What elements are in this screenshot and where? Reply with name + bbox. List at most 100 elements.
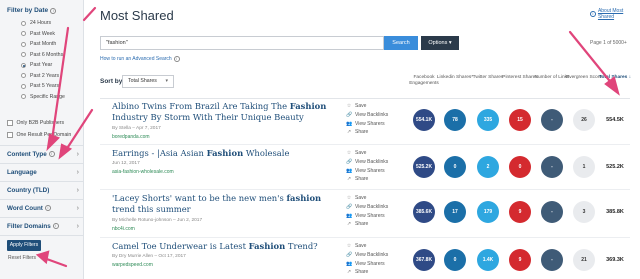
action-label: Save	[355, 150, 367, 157]
search-input[interactable]: "fashion"	[100, 36, 384, 50]
title-text: Earrings - |Asia Asian	[112, 148, 207, 158]
title-text: trend this summer	[112, 204, 191, 214]
date-option[interactable]: 24 Hours	[21, 18, 65, 29]
chevron-right-icon: ›	[76, 222, 79, 230]
action-2[interactable]: 👥 View Sharers	[346, 259, 388, 268]
action-label: Share	[355, 221, 369, 228]
action-icon: 🔗	[346, 204, 353, 211]
date-option[interactable]: Past Week	[21, 29, 65, 40]
action-1[interactable]: 🔗 View Backlinks	[346, 111, 388, 120]
action-icon: 🔗	[346, 112, 353, 119]
divider	[0, 145, 84, 146]
action-label: View Backlinks	[355, 112, 389, 119]
action-label: View Sharers	[355, 167, 385, 174]
column-header-total-shares[interactable]: Total Shares ↓	[598, 75, 632, 81]
links-count-badge: -	[541, 109, 563, 131]
radio-button[interactable]	[21, 31, 26, 37]
action-1[interactable]: 🔗 View Backlinks	[346, 203, 388, 212]
facebook-count-badge: 367.8K	[413, 249, 435, 271]
reset-filters-link[interactable]: Reset Filters	[8, 255, 36, 261]
radio-button[interactable]	[21, 62, 26, 68]
checkbox-box[interactable]	[7, 132, 13, 138]
title-text: Wholesale	[243, 148, 290, 158]
links-count-badge: -	[541, 156, 563, 178]
pinterest-count-badge: 9	[509, 249, 531, 271]
advanced-search-link[interactable]: How to run an Advanced Search i	[100, 56, 180, 62]
radio-button[interactable]	[21, 73, 26, 79]
article-domain-link[interactable]: nbc4i.com	[112, 226, 135, 232]
action-0[interactable]: ☆ Save	[346, 149, 388, 158]
section-language[interactable]: Language ›	[7, 167, 79, 177]
action-2[interactable]: 👥 View Sharers	[346, 211, 388, 220]
date-option-label: 24 Hours	[30, 20, 52, 27]
action-2[interactable]: 👥 View Sharers	[346, 119, 388, 128]
date-option[interactable]: Past Year	[21, 60, 65, 71]
b2b-publishers-label: Only B2B Publishers	[16, 120, 65, 126]
search-button[interactable]: Search	[384, 36, 418, 50]
article-domain-link[interactable]: warpedspeed.com	[112, 262, 153, 268]
action-0[interactable]: ☆ Save	[346, 242, 388, 251]
info-icon[interactable]: i	[48, 151, 55, 157]
action-1[interactable]: 🔗 View Backlinks	[346, 251, 388, 260]
info-icon[interactable]: i	[50, 7, 57, 14]
date-option-label: Past Week	[30, 30, 55, 37]
action-icon: ↗	[346, 129, 352, 136]
one-result-per-domain-checkbox[interactable]: One Result Per Domain	[7, 132, 71, 138]
radio-button[interactable]	[21, 20, 26, 26]
apply-filters-button[interactable]: Apply Filters	[7, 240, 41, 251]
radio-button[interactable]	[21, 41, 26, 47]
article-domain-link[interactable]: asia-fashion-wholesale.com	[112, 169, 174, 175]
sort-select[interactable]: Total Shares ▾	[122, 75, 174, 88]
checkbox-box[interactable]	[7, 120, 13, 126]
article-domain-link[interactable]: boredpanda.com	[112, 134, 150, 140]
date-option[interactable]: Specific Range	[21, 92, 65, 103]
section-content-type[interactable]: Content Type i ›	[7, 149, 79, 159]
article-title-link[interactable]: Earrings - |Asia Asian Fashion Wholesale	[112, 148, 334, 159]
facebook-count-badge: 525.2K	[413, 156, 435, 178]
action-1[interactable]: 🔗 View Backlinks	[346, 158, 388, 167]
action-3[interactable]: ↗ Share	[346, 128, 388, 137]
action-3[interactable]: ↗ Share	[346, 268, 388, 277]
article-title-link[interactable]: Camel Toe Underwear is Latest Fashion Tr…	[112, 241, 334, 252]
section-word-count[interactable]: Word Count i ›	[7, 203, 79, 213]
action-0[interactable]: ☆ Save	[346, 102, 388, 111]
b2b-publishers-checkbox[interactable]: Only B2B Publishers	[7, 120, 64, 126]
action-label: View Backlinks	[355, 252, 389, 259]
about-most-shared-link[interactable]: i About Most Shared	[590, 8, 640, 20]
info-icon[interactable]: i	[52, 223, 59, 229]
section-filter-domains[interactable]: Filter Domains i ›	[7, 221, 79, 231]
linkedin-count-badge: 0	[444, 156, 466, 178]
advanced-search-label: How to run an Advanced Search	[100, 56, 172, 62]
section-country[interactable]: Country (TLD) ›	[7, 185, 79, 195]
radio-button[interactable]	[21, 94, 26, 100]
action-label: Share	[355, 176, 369, 183]
date-option-label: Past 6 Months	[30, 51, 64, 58]
page-info: Page 1 of 5000+	[590, 40, 627, 46]
action-2[interactable]: 👥 View Sharers	[346, 166, 388, 175]
date-option[interactable]: Past 6 Months	[21, 50, 65, 61]
info-icon[interactable]: i	[44, 205, 51, 211]
action-icon: 🔗	[346, 159, 353, 166]
date-option[interactable]: Past 5 Years	[21, 81, 65, 92]
one-result-per-domain-label: One Result Per Domain	[16, 132, 72, 138]
twitter-count-badge: 335	[477, 109, 499, 131]
links-count-badge: -	[541, 249, 563, 271]
article-title-link[interactable]: 'Lacey Shorts' want to be the new men's …	[112, 193, 334, 215]
date-option[interactable]: Past 2 Years	[21, 71, 65, 82]
date-option[interactable]: Past Month	[21, 39, 65, 50]
chevron-right-icon: ›	[76, 150, 79, 158]
page-title: Most Shared	[100, 8, 174, 23]
radio-button[interactable]	[21, 52, 26, 58]
article-meta: By Stella – Apr 7, 2017	[112, 126, 161, 131]
action-0[interactable]: ☆ Save	[346, 194, 388, 203]
evergreen-score-badge: 21	[573, 249, 595, 271]
divider	[100, 237, 630, 238]
chevron-right-icon: ›	[76, 186, 79, 194]
article-meta: By Michelle Rotuno-johnson – Jun 2, 2017	[112, 218, 203, 223]
options-button[interactable]: Options ▾	[421, 36, 459, 50]
action-label: View Backlinks	[355, 159, 389, 166]
radio-button[interactable]	[21, 83, 26, 89]
action-3[interactable]: ↗ Share	[346, 175, 388, 184]
article-title-link[interactable]: Albino Twins From Brazil Are Taking The …	[112, 101, 334, 123]
action-3[interactable]: ↗ Share	[346, 220, 388, 229]
